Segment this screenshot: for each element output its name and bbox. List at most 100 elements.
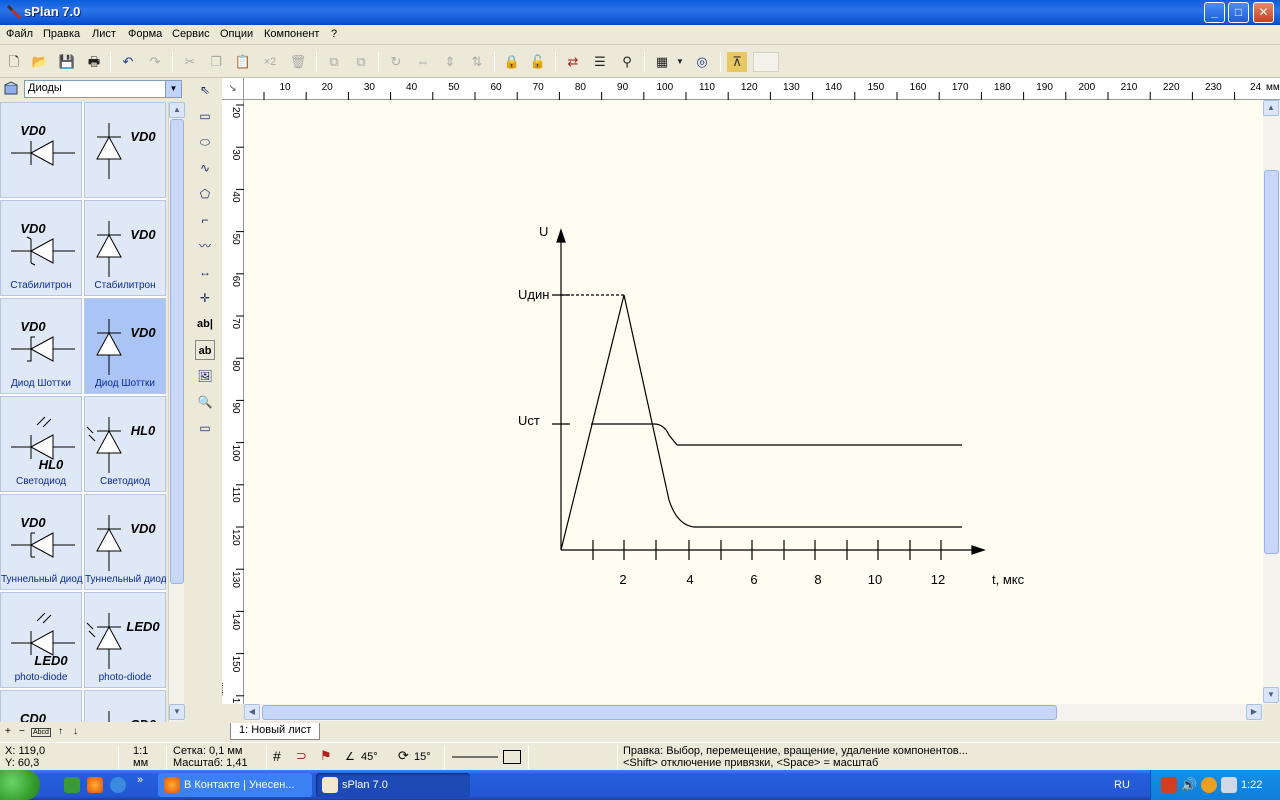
redo-icon[interactable]: ↷ (145, 52, 165, 72)
rectangle-tool-icon[interactable]: ▭ (195, 106, 215, 126)
text-tool-icon[interactable]: ab| (195, 314, 215, 334)
open-folder-icon[interactable]: 📂 (30, 52, 50, 72)
menu-options[interactable]: Опции (220, 28, 253, 40)
junction-tool-icon[interactable]: ✛ (195, 288, 215, 308)
library-scroll-thumb[interactable] (170, 119, 184, 584)
add-group-button[interactable]: + (5, 726, 11, 737)
lock-icon[interactable]: 🔒 (502, 52, 522, 72)
volume-icon[interactable]: 🔊 (1181, 777, 1197, 793)
rename-button[interactable]: Abcd (31, 728, 51, 737)
library-component[interactable]: VD0 Диод Шоттки (0, 298, 82, 394)
library-component[interactable]: VD0 Туннельный диод (0, 494, 83, 590)
freehand-tool-icon[interactable]: ∿ (195, 158, 215, 178)
scroll-up-icon[interactable]: ▲ (169, 102, 185, 118)
snap-icon[interactable]: ⊼ (727, 52, 747, 72)
zoom-fit-icon[interactable]: ◎ (692, 52, 712, 72)
taskbar-item-splan[interactable]: sPlan 7.0 (316, 773, 470, 797)
menu-edit[interactable]: Правка (43, 28, 80, 40)
scroll-down-icon[interactable]: ▼ (169, 704, 185, 720)
canvas-vscroll-thumb[interactable] (1264, 170, 1279, 554)
select-arrow-icon[interactable]: ⇖ (195, 80, 215, 100)
tray-update-icon[interactable] (1201, 777, 1217, 793)
move-up-button[interactable]: ↑ (58, 726, 63, 737)
library-component[interactable]: VD0 Стабилитрон (84, 200, 166, 296)
canvas-hscroll-thumb[interactable] (262, 705, 1057, 720)
search-binoculars-icon[interactable]: ⚲ (617, 52, 637, 72)
menu-component[interactable]: Компонент (264, 28, 319, 40)
menu-shape[interactable]: Форма (128, 28, 162, 40)
print-icon[interactable]: 🖶 (84, 52, 104, 72)
bring-front-icon[interactable]: ⧉ (324, 52, 344, 72)
library-books-icon[interactable] (3, 81, 19, 97)
zoom-tool-icon[interactable]: 🔍 (195, 392, 215, 412)
library-component[interactable]: VD0 Диод Шоттки (84, 298, 166, 394)
menu-file[interactable]: Файл (6, 28, 33, 40)
paste-icon[interactable]: 📋 (233, 52, 253, 72)
fill-style-icon[interactable] (503, 750, 521, 764)
align-icon[interactable]: ⇅ (467, 52, 487, 72)
remove-group-button[interactable]: − (19, 726, 25, 737)
library-component[interactable]: HL0 Светодиод (0, 396, 82, 492)
ie-icon[interactable] (110, 777, 126, 793)
angle-snap-value[interactable]: 45° (361, 751, 378, 763)
renumber-icon[interactable]: ⇄ (563, 52, 583, 72)
library-component[interactable]: VD0 Туннельный диод (84, 494, 166, 590)
library-select[interactable]: Диоды ▼ (24, 80, 182, 98)
drawing-canvas[interactable]: U Uдин Uст t, мкс 2 4 6 8 10 12 (244, 100, 1263, 704)
cut-icon[interactable]: ✂ (180, 52, 200, 72)
library-component[interactable]: LED0 photo-diode (0, 592, 82, 688)
mirror-h-icon[interactable]: ⇔ (413, 52, 433, 72)
close-button[interactable]: ✕ (1253, 2, 1274, 23)
ruler-corner-icon[interactable]: ↘ (222, 78, 244, 100)
flag-icon[interactable]: ⚑ (320, 749, 332, 762)
library-component[interactable]: VD0 (0, 102, 82, 198)
ellipse-tool-icon[interactable]: ⬭ (195, 132, 215, 152)
polygon-tool-icon[interactable]: ⬠ (195, 184, 215, 204)
firefox-icon[interactable] (87, 777, 103, 793)
rotate-step-value[interactable]: 15° (414, 751, 431, 763)
start-button[interactable] (0, 770, 40, 800)
color-swatch[interactable] (753, 52, 779, 72)
undo-icon[interactable]: ↶ (118, 52, 138, 72)
copy-icon[interactable]: ❐ (206, 52, 226, 72)
line-tool-icon[interactable]: ⌐ (195, 210, 215, 230)
line-style-icon[interactable] (452, 751, 498, 763)
dimension-tool-icon[interactable]: ↔ (195, 262, 215, 282)
library-component[interactable]: VD0 Стабилитрон (0, 200, 82, 296)
rotate-icon[interactable]: ↻ (386, 52, 406, 72)
menu-sheet[interactable]: Лист (92, 28, 116, 40)
library-component[interactable]: CD0 (84, 690, 166, 722)
canvas-vertical-scrollbar[interactable]: ▲ ▼ (1263, 100, 1280, 704)
chevron-down-icon[interactable]: ▼ (165, 81, 181, 97)
delete-icon[interactable]: 🗑 (288, 52, 308, 72)
grid-icon[interactable]: ▦ (652, 52, 672, 72)
mirror-v-icon[interactable]: ⇕ (440, 52, 460, 72)
minimize-button[interactable]: _ (1204, 2, 1225, 23)
menu-help[interactable]: ? (331, 28, 337, 40)
quicklaunch-app-icon[interactable] (64, 777, 80, 793)
grid-dropdown-icon[interactable]: ▼ (674, 52, 686, 72)
library-component[interactable]: CD0 (0, 690, 82, 722)
canvas-horizontal-scrollbar[interactable]: ◀ ▶ (244, 704, 1263, 721)
grid-toggle-icon[interactable]: # (273, 749, 281, 763)
library-component[interactable]: VD0 (84, 102, 166, 198)
image-tool-icon[interactable]: 🖼 (195, 366, 215, 386)
library-component[interactable]: HL0 Светодиод (84, 396, 166, 492)
angle-icon[interactable]: ∠ (345, 751, 355, 763)
bezier-tool-icon[interactable]: 〰 (195, 236, 215, 256)
scroll-up-icon[interactable]: ▲ (1263, 100, 1279, 116)
save-icon[interactable]: 💾 (57, 52, 77, 72)
quicklaunch-more-icon[interactable]: » (137, 774, 143, 786)
library-scrollbar[interactable]: ▲ ▼ (168, 102, 185, 722)
taskbar-item-vk[interactable]: В Контакте | Унесен... (158, 773, 312, 797)
scroll-left-icon[interactable]: ◀ (244, 704, 260, 720)
send-back-icon[interactable]: ⧉ (351, 52, 371, 72)
sheet-tab[interactable]: 1: Новый лист (230, 723, 321, 740)
parts-list-icon[interactable]: ☰ (590, 52, 610, 72)
duplicate-button[interactable]: ×2 (260, 52, 280, 72)
scroll-right-icon[interactable]: ▶ (1246, 704, 1262, 720)
menu-service[interactable]: Сервис (172, 28, 210, 40)
textbox-tool-icon[interactable]: ab (195, 340, 215, 360)
network-icon[interactable] (1221, 777, 1237, 793)
tray-app-icon[interactable] (1161, 777, 1177, 793)
